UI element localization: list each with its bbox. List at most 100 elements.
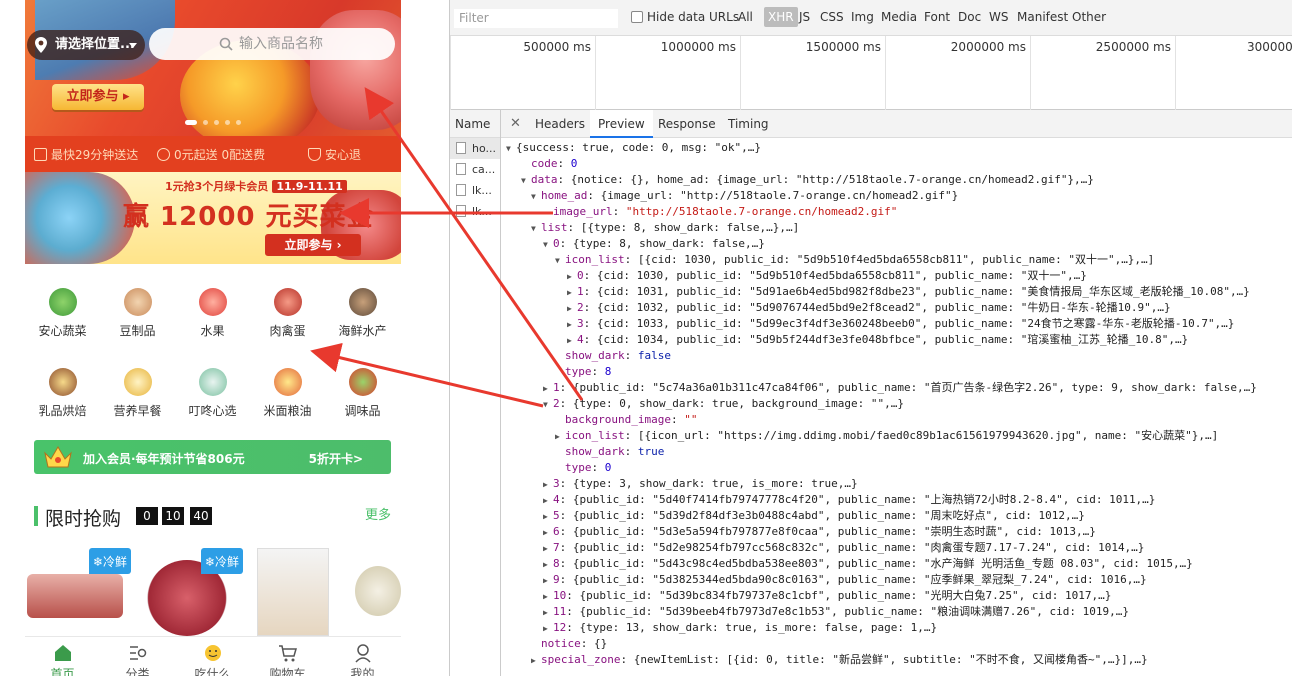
expand-toggle-icon[interactable]: ▶ [543, 589, 553, 605]
category-item[interactable]: 海鲜水产 [325, 288, 400, 339]
json-row[interactable]: ▶ 4: {public_id: "5d40f7414fb79747778c4f2… [543, 492, 1155, 508]
expand-toggle-icon[interactable]: ▶ [543, 493, 553, 509]
vip-action[interactable]: 5折开卡> [309, 450, 363, 467]
category-item[interactable]: 肉禽蛋 [250, 288, 325, 339]
tab-mine[interactable]: 我的 [325, 637, 400, 676]
expand-toggle-icon[interactable]: ▼ [555, 253, 565, 269]
category-item[interactable]: 叮咚心选 [175, 368, 250, 419]
tab-timing[interactable]: Timing [728, 117, 769, 131]
tab-home[interactable]: 首页 [25, 637, 100, 676]
expand-toggle-icon[interactable]: ▶ [543, 605, 553, 621]
expand-toggle-icon[interactable]: ▶ [567, 333, 577, 349]
expand-toggle-icon[interactable]: ▶ [567, 317, 577, 333]
hide-data-urls-checkbox[interactable]: Hide data URLs [631, 10, 739, 24]
vip-banner[interactable]: 加入会员·每年预计节省806元 5折开卡> [34, 440, 391, 474]
json-row[interactable]: ▶ 12: {type: 13, show_dark: true, is_more… [543, 620, 937, 636]
expand-toggle-icon[interactable]: ▶ [543, 525, 553, 541]
location-selector[interactable]: 请选择位置... [27, 30, 145, 60]
membership-ad-banner[interactable]: 1元抢3个月绿卡会员 11.9-11.11 赢 12000 元买菜金 立即参与 › [25, 172, 401, 264]
product-card[interactable] [257, 546, 329, 638]
json-row[interactable]: ▶ 4: {cid: 1034, public_id: "5d9b5f244df3… [567, 332, 1188, 348]
json-row[interactable]: ▼ icon_list: [{cid: 1030, public_id: "5d9… [555, 252, 1154, 268]
ad-join-button[interactable]: 立即参与 › [265, 234, 361, 256]
json-row[interactable]: ▶ 8: {public_id: "5d43c98c4ed5bdba538ee80… [543, 556, 1193, 572]
more-link[interactable]: 更多 [365, 504, 391, 523]
request-row[interactable]: lk... [450, 180, 500, 201]
category-item[interactable]: 安心蔬菜 [25, 288, 100, 339]
request-row[interactable]: lk... [450, 201, 500, 222]
json-row[interactable]: ▶ special_zone: {newItemList: [{id: 0, ti… [531, 652, 1148, 668]
type-filter-all[interactable]: All [738, 10, 753, 24]
category-item[interactable]: 调味品 [325, 368, 400, 419]
tab-cart[interactable]: 购物车 [250, 637, 325, 676]
banner-join-button[interactable]: 立即参与 ▸ [52, 84, 144, 110]
type-filter-manifest[interactable]: Manifest [1017, 10, 1068, 24]
json-row[interactable]: ▶ icon_list: [{icon_url: "https://img.ddi… [555, 428, 1218, 444]
type-filter-media[interactable]: Media [881, 10, 917, 24]
json-row[interactable]: ▼ 2: {type: 0, show_dark: true, backgroun… [543, 396, 904, 412]
expand-toggle-icon[interactable]: ▶ [543, 557, 553, 573]
category-item[interactable]: 豆制品 [100, 288, 175, 339]
type-filter-doc[interactable]: Doc [958, 10, 981, 24]
network-timeline[interactable]: 500000 ms 1000000 ms 1500000 ms 2000000 … [450, 36, 1292, 110]
json-row[interactable]: ▼ home_ad: {image_url: "http://518taole.7… [531, 188, 958, 204]
type-filter-css[interactable]: CSS [820, 10, 844, 24]
json-row[interactable]: ▶ 2: {cid: 1032, public_id: "5d9076744ed5… [567, 300, 1171, 316]
smile-icon [204, 645, 221, 661]
json-row[interactable]: ▶ 10: {public_id: "5d39bc834fb79737e8c1cb… [543, 588, 1111, 604]
type-filter-img[interactable]: Img [851, 10, 874, 24]
tab-what-to-eat[interactable]: 吃什么 [175, 637, 250, 676]
tab-category[interactable]: 分类 [100, 637, 175, 676]
expand-toggle-icon[interactable]: ▶ [567, 285, 577, 301]
tab-headers[interactable]: Headers [535, 117, 585, 131]
expand-toggle-icon[interactable]: ▶ [543, 509, 553, 525]
filter-input[interactable]: Filter [454, 9, 618, 28]
expand-toggle-icon[interactable]: ▶ [567, 301, 577, 317]
type-filter-js[interactable]: JS [799, 10, 810, 24]
expand-toggle-icon[interactable]: ▶ [543, 477, 553, 493]
expand-toggle-icon[interactable]: ▶ [543, 573, 553, 589]
json-row[interactable]: ▶ 3: {cid: 1033, public_id: "5d99ec3f4df3… [567, 316, 1234, 332]
expand-toggle-icon[interactable]: ▶ [555, 429, 565, 445]
expand-toggle-icon[interactable]: ▼ [521, 173, 531, 189]
json-row[interactable]: ▶ 7: {public_id: "5d2e98254fb797cc568c832… [543, 540, 1144, 556]
json-row[interactable]: ▼ data: {notice: {}, home_ad: {image_url:… [521, 172, 1094, 188]
expand-toggle-icon[interactable]: ▼ [543, 397, 553, 413]
expand-toggle-icon[interactable]: ▶ [567, 269, 577, 285]
type-filter-ws[interactable]: WS [989, 10, 1008, 24]
json-row[interactable]: ▶ 1: {cid: 1031, public_id: "5d91ae6b4ed5… [567, 284, 1250, 300]
request-row[interactable]: ho... [450, 138, 500, 159]
type-filter-xhr[interactable]: XHR [764, 7, 798, 27]
json-row[interactable]: ▶ 3: {type: 3, show_dark: true, is_more: … [543, 476, 858, 492]
expand-toggle-icon[interactable]: ▶ [543, 621, 553, 637]
expand-toggle-icon[interactable]: ▶ [531, 653, 541, 669]
expand-toggle-icon[interactable]: ▶ [543, 541, 553, 557]
category-item[interactable]: 营养早餐 [100, 368, 175, 419]
type-filter-font[interactable]: Font [924, 10, 950, 24]
name-column-header[interactable]: Name [450, 110, 500, 138]
json-row[interactable]: ▶ 6: {public_id: "5d3e5a594fb797877e8f0ca… [543, 524, 1096, 540]
json-row[interactable]: ▼ {success: true, code: 0, msg: "ok",…} [506, 140, 761, 156]
json-row[interactable]: ▼ 0: {type: 8, show_dark: false,…} [543, 236, 765, 252]
expand-toggle-icon[interactable]: ▼ [531, 221, 541, 237]
json-row[interactable]: ▶ 0: {cid: 1030, public_id: "5d9b510f4ed5… [567, 268, 1087, 284]
tab-response[interactable]: Response [658, 117, 716, 131]
request-row[interactable]: ca... [450, 159, 500, 180]
category-item[interactable]: 水果 [175, 288, 250, 339]
json-row[interactable]: ▶ 1: {public_id: "5c74a36a01b311c47ca84f0… [543, 380, 1257, 396]
json-row[interactable]: ▶ 11: {public_id: "5d39beeb4fb7973d7e8c1b… [543, 604, 1129, 620]
expand-toggle-icon[interactable]: ▶ [543, 381, 553, 397]
json-row[interactable]: ▼ list: [{type: 8, show_dark: false,…},…] [531, 220, 799, 236]
type-filter-other[interactable]: Other [1072, 10, 1106, 24]
product-card[interactable] [355, 546, 401, 638]
expand-toggle-icon[interactable]: ▼ [543, 237, 553, 253]
tab-preview[interactable]: Preview [590, 110, 653, 138]
category-item[interactable]: 乳品烘焙 [25, 368, 100, 419]
category-item[interactable]: 米面粮油 [250, 368, 325, 419]
expand-toggle-icon[interactable]: ▼ [506, 141, 516, 157]
search-input[interactable]: 输入商品名称 [149, 28, 395, 60]
close-icon[interactable]: ✕ [510, 116, 521, 131]
json-row[interactable]: ▶ 9: {public_id: "5d3825344ed5bda90c8c016… [543, 572, 1147, 588]
expand-toggle-icon[interactable]: ▼ [531, 189, 541, 205]
json-row[interactable]: ▶ 5: {public_id: "5d39d2f84df3e3b0488c4ab… [543, 508, 1085, 524]
